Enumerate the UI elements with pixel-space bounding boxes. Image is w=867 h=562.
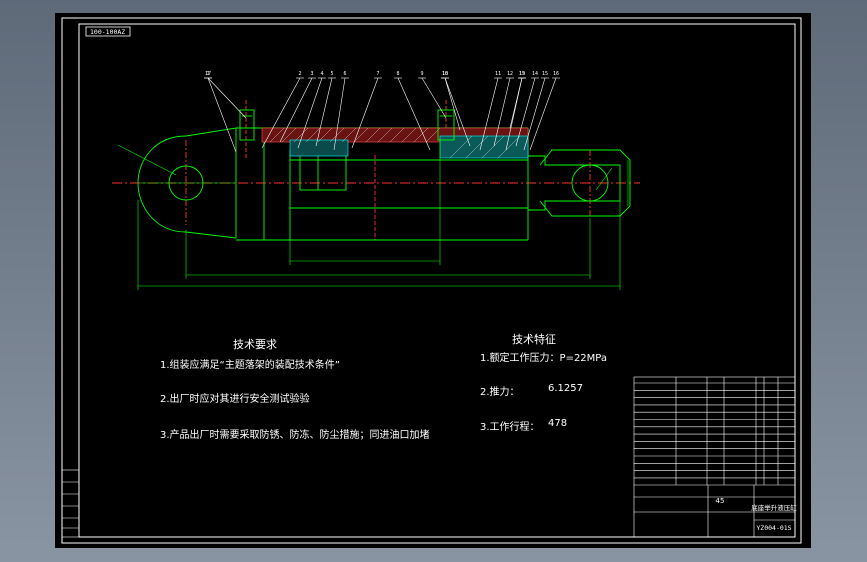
part-number-label: 3 [310,71,313,77]
sheet-background [55,13,811,548]
part-number-label: 5 [330,71,333,77]
tech-feature-1-label: 1.额定工作压力：P=22MPa [480,353,608,364]
part-number-label: 17 [205,71,211,77]
tech-feature-2-label: 2.推力： [480,387,520,398]
piston-section [289,139,349,157]
part-number-label: 12 [507,71,513,77]
material-label: 45 [716,497,725,505]
part-number-label: 2 [298,71,301,77]
part-number-label: 4 [320,71,323,77]
part-number-label: 6 [343,71,346,77]
tech-features-title: 技术特征 [512,333,556,346]
tech-requirement-2: 2.出厂时应对其进行安全测试验验 [160,394,310,405]
part-number-label: 8 [396,71,399,77]
tech-feature-2-value: 6.1257 [548,383,583,394]
part-number-label: 9 [420,71,423,77]
tech-requirements-title: 技术要求 [233,338,277,351]
part-number-label: 15 [542,71,548,77]
part-number-label: 7 [376,71,379,77]
part-number-label: 18 [442,71,448,77]
part-number-label: 14 [532,71,538,77]
part-number-label: 16 [553,71,559,77]
cad-drawing-canvas: 100-100AZ 1 2 3 4 5 6 7 8 9 10 11 12 13 … [55,13,811,548]
tech-requirement-1: 1.组装应满足“主题落架的装配技术条件” [160,360,340,371]
tech-feature-3-label: 3.工作行程： [480,422,540,433]
tech-requirement-3: 3.产品出厂时需要采取防锈、防冻、防尘措施；同进油口加堵 [160,430,430,441]
part-number-label: 19 [519,71,525,77]
sheet-code: 100-100AZ [90,28,125,36]
tech-feature-3-value: 478 [548,418,568,429]
part-number-label: 11 [495,71,501,77]
drawing-number: YZ004-01S [756,524,791,532]
drawing-name: 底座举升液压缸 [751,503,797,512]
